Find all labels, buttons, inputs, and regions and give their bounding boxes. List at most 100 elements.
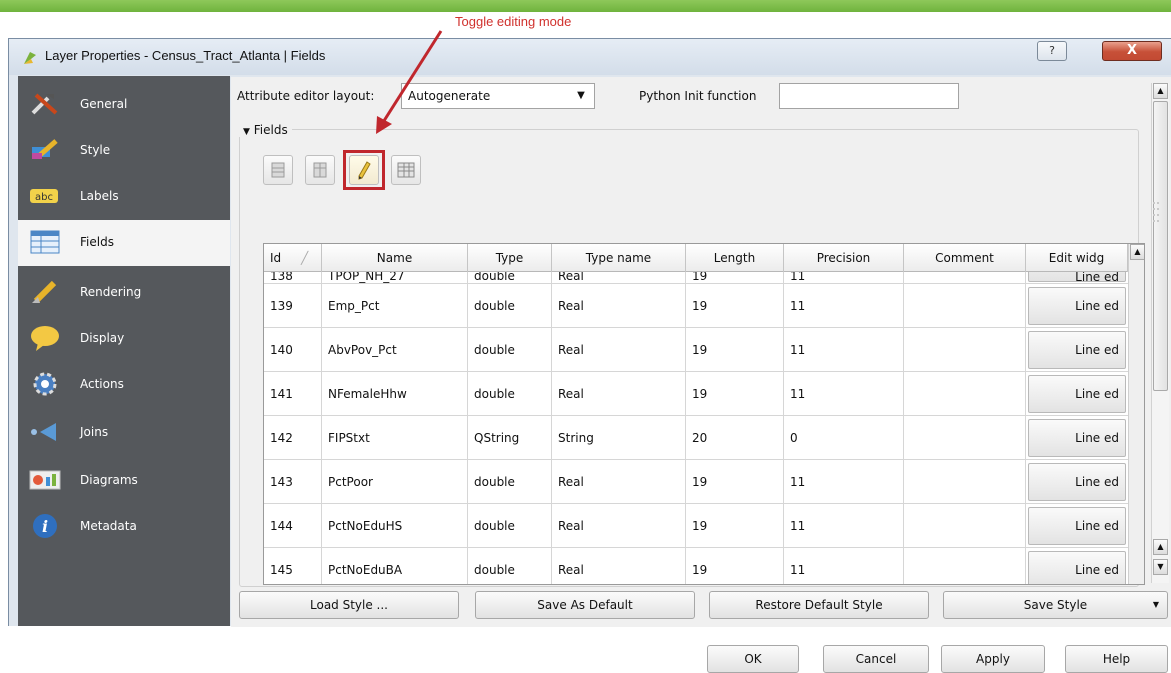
cell-name: AbvPov_Pct bbox=[322, 328, 468, 372]
cell-id: 139 bbox=[264, 284, 322, 328]
edit-widget-button[interactable]: Line ed bbox=[1028, 551, 1126, 584]
sidebar-item-label: Diagrams bbox=[80, 473, 138, 487]
edit-widget-button[interactable]: Line ed bbox=[1028, 507, 1126, 545]
panel-scroll-up-lower-icon[interactable]: ▲ bbox=[1153, 539, 1168, 555]
cell-length: 19 bbox=[686, 548, 784, 584]
sidebar-item-label: Display bbox=[80, 331, 125, 345]
cell-comment bbox=[904, 460, 1026, 504]
edit-widget-button[interactable]: Line ed bbox=[1028, 375, 1126, 413]
sidebar-item-diagrams[interactable]: Diagrams bbox=[18, 458, 230, 504]
sidebar-item-label: General bbox=[80, 97, 128, 111]
fields-table-icon bbox=[28, 227, 62, 257]
cell-name: PctNoEduHS bbox=[322, 504, 468, 548]
apply-button[interactable]: Apply bbox=[941, 645, 1045, 673]
cell-comment bbox=[904, 548, 1026, 584]
title-bar: Layer Properties - Census_Tract_Atlanta … bbox=[9, 39, 1171, 75]
help-button[interactable]: Help bbox=[1065, 645, 1168, 673]
sort-indicator-icon: ╱ bbox=[300, 251, 309, 265]
context-help-button[interactable]: ? bbox=[1037, 41, 1067, 61]
close-button[interactable]: X bbox=[1102, 41, 1162, 61]
cell-precision: 11 bbox=[784, 460, 904, 504]
cell-id: 141 bbox=[264, 372, 322, 416]
cell-length: 19 bbox=[686, 460, 784, 504]
edit-widget-button[interactable]: Line ed bbox=[1028, 463, 1126, 501]
table-row[interactable]: 140 AbvPov_Pct double Real 19 11 Line ed bbox=[264, 328, 1128, 372]
edit-widget-button[interactable]: Line ed bbox=[1028, 287, 1126, 325]
load-style-button[interactable]: Load Style ... bbox=[239, 591, 459, 619]
table-row[interactable]: 141 NFemaleHhw double Real 19 11 Line ed bbox=[264, 372, 1128, 416]
sidebar-item-rendering[interactable]: Rendering bbox=[18, 270, 230, 316]
sidebar-item-joins[interactable]: Joins bbox=[18, 410, 230, 456]
cell-comment bbox=[904, 372, 1026, 416]
cell-type: double bbox=[468, 372, 552, 416]
sidebar-item-actions[interactable]: Actions bbox=[18, 362, 230, 408]
new-field-button[interactable] bbox=[263, 155, 293, 185]
sidebar-item-general[interactable]: General bbox=[18, 82, 230, 128]
save-style-button[interactable]: Save Style ▼ bbox=[943, 591, 1168, 619]
column-header-edit-widget[interactable]: Edit widg bbox=[1026, 244, 1128, 272]
cell-precision: 11 bbox=[784, 284, 904, 328]
cell-type-name: Real bbox=[552, 504, 686, 548]
edit-widget-button[interactable]: Line ed bbox=[1028, 272, 1126, 282]
table-row[interactable]: 144 PctNoEduHS double Real 19 11 Line ed bbox=[264, 504, 1128, 548]
panel-scroll-up-icon[interactable]: ▲ bbox=[1153, 83, 1168, 99]
cell-name: Emp_Pct bbox=[322, 284, 468, 328]
ok-button[interactable]: OK bbox=[707, 645, 799, 673]
cell-precision: 11 bbox=[784, 372, 904, 416]
annotation-label: Toggle editing mode bbox=[455, 14, 572, 29]
panel-scroll-thumb[interactable] bbox=[1153, 101, 1168, 391]
dropdown-arrow-icon: ▼ bbox=[1152, 600, 1159, 609]
python-init-input[interactable] bbox=[779, 83, 959, 109]
column-header-length[interactable]: Length bbox=[686, 244, 784, 272]
table-vertical-scrollbar[interactable]: ▲ bbox=[1128, 244, 1144, 584]
cell-id: 144 bbox=[264, 504, 322, 548]
new-column-icon bbox=[271, 162, 285, 178]
fields-group-header[interactable]: ▼ Fields bbox=[239, 123, 292, 137]
column-header-type[interactable]: Type bbox=[468, 244, 552, 272]
table-row[interactable]: 139 Emp_Pct double Real 19 11 Line ed bbox=[264, 284, 1128, 328]
table-row[interactable]: 145 PctNoEduBA double Real 19 11 Line ed bbox=[264, 548, 1128, 584]
sidebar-item-metadata[interactable]: i Metadata bbox=[18, 504, 230, 550]
svg-text:i: i bbox=[42, 517, 48, 536]
scroll-up-icon[interactable]: ▲ bbox=[1130, 244, 1144, 260]
sidebar-item-label: Labels bbox=[80, 189, 119, 203]
sidebar-item-fields[interactable]: Fields bbox=[18, 220, 230, 266]
sidebar-item-style[interactable]: Style bbox=[18, 128, 230, 174]
delete-field-button[interactable] bbox=[305, 155, 335, 185]
panel-vertical-scrollbar[interactable]: ▲ ▲ ▼ bbox=[1151, 83, 1169, 583]
cell-type-name: Real bbox=[552, 460, 686, 504]
joins-icon bbox=[28, 417, 62, 447]
column-header-precision[interactable]: Precision bbox=[784, 244, 904, 272]
cell-length: 19 bbox=[686, 284, 784, 328]
cell-comment bbox=[904, 416, 1026, 460]
table-row-partial[interactable]: 138 TPOP_NH_27 double Real 19 11 Line ed bbox=[264, 272, 1128, 284]
edit-widget-button[interactable]: Line ed bbox=[1028, 331, 1126, 369]
cell-comment bbox=[904, 272, 1026, 284]
save-as-default-button[interactable]: Save As Default bbox=[475, 591, 695, 619]
sidebar-item-label: Style bbox=[80, 143, 111, 157]
actions-gear-icon bbox=[28, 369, 62, 399]
column-header-comment[interactable]: Comment bbox=[904, 244, 1026, 272]
restore-default-style-button[interactable]: Restore Default Style bbox=[709, 591, 929, 619]
panel-scroll-down-icon[interactable]: ▼ bbox=[1153, 559, 1168, 575]
cell-precision: 11 bbox=[784, 272, 904, 284]
window-title: Layer Properties - Census_Tract_Atlanta … bbox=[45, 48, 326, 63]
cell-precision: 11 bbox=[784, 548, 904, 584]
cell-type-name: Real bbox=[552, 328, 686, 372]
table-row[interactable]: 143 PctPoor double Real 19 11 Line ed bbox=[264, 460, 1128, 504]
sidebar-item-labels[interactable]: abc Labels bbox=[18, 174, 230, 220]
sidebar-item-display[interactable]: Display bbox=[18, 316, 230, 362]
cell-name: FIPStxt bbox=[322, 416, 468, 460]
resize-grip-icon[interactable] bbox=[1152, 200, 1162, 240]
cell-name: PctNoEduBA bbox=[322, 548, 468, 584]
column-header-type-name[interactable]: Type name bbox=[552, 244, 686, 272]
cancel-button[interactable]: Cancel bbox=[823, 645, 929, 673]
field-calculator-button[interactable] bbox=[391, 155, 421, 185]
column-header-name[interactable]: Name bbox=[322, 244, 468, 272]
cell-length: 20 bbox=[686, 416, 784, 460]
column-header-id[interactable]: Id ╱ bbox=[264, 244, 322, 272]
cell-type: double bbox=[468, 460, 552, 504]
table-row[interactable]: 142 FIPStxt QString String 20 0 Line ed bbox=[264, 416, 1128, 460]
edit-widget-button[interactable]: Line ed bbox=[1028, 419, 1126, 457]
attribute-editor-layout-combo[interactable]: Autogenerate ▼ bbox=[401, 83, 595, 109]
